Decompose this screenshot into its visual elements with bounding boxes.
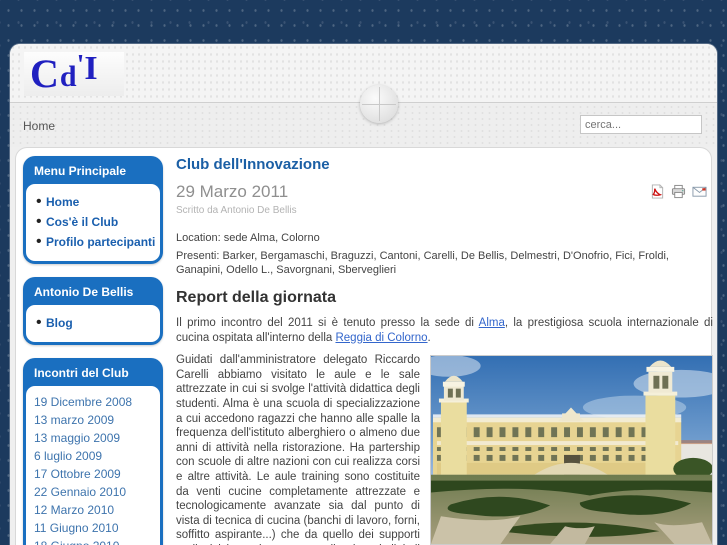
- list-item[interactable]: 11 Giugno 2010: [34, 519, 156, 537]
- incontro-link[interactable]: 13 marzo 2009: [34, 413, 114, 427]
- sidebar-box-menu-principale: Menu Principale Home Cos'è il Club Profi…: [23, 156, 163, 264]
- article-action-icons: [650, 184, 707, 199]
- sidebar-box-body: Blog: [26, 305, 160, 342]
- palace-illustration: [431, 356, 712, 545]
- paragraph-1: Il primo incontro del 2011 si è tenuto p…: [176, 316, 713, 345]
- incontro-link[interactable]: 12 Marzo 2010: [34, 503, 114, 517]
- menu-principale-list: Home Cos'è il Club Profilo partecipanti: [34, 193, 156, 251]
- list-item[interactable]: 13 marzo 2009: [34, 411, 156, 429]
- search-input[interactable]: [580, 115, 702, 134]
- list-item[interactable]: 12 Marzo 2010: [34, 501, 156, 519]
- incontro-link[interactable]: 19 Dicembre 2008: [34, 395, 132, 409]
- sidebar-title-incontri-del-club: Incontri del Club: [34, 366, 129, 380]
- article-location: Location: sede Alma, Colorno: [176, 232, 320, 244]
- sidebar-item-home[interactable]: Home: [34, 193, 156, 211]
- sidebar-link-profilo-partecipanti[interactable]: Profilo partecipanti: [46, 235, 155, 249]
- sidebar-box-antonio-de-bellis: Antonio De Bellis Blog: [23, 277, 163, 345]
- incontro-link[interactable]: 11 Giugno 2010: [34, 521, 119, 535]
- paragraph-1-text: .: [427, 331, 431, 344]
- list-item[interactable]: 18 Giugno 2010: [34, 537, 156, 545]
- list-item[interactable]: 6 luglio 2009: [34, 447, 156, 465]
- sidebar-link-blog[interactable]: Blog: [46, 316, 73, 330]
- article-byline: Scritto da Antonio De Bellis: [176, 205, 297, 216]
- incontro-link[interactable]: 17 Ottobre 2009: [34, 467, 121, 481]
- sidebar-link-home[interactable]: Home: [46, 195, 79, 209]
- page-background: Cd'I Home Menu Principale Home Cos'è il …: [0, 0, 727, 545]
- logo-apostrophe: ': [76, 50, 85, 81]
- sidebar-box-incontri-del-club: Incontri del Club 19 Dicembre 2008 13 ma…: [23, 358, 163, 545]
- list-item[interactable]: 17 Ottobre 2009: [34, 465, 156, 483]
- logo-letter-i: I: [84, 50, 98, 87]
- article-body: Il primo incontro del 2011 si è tenuto p…: [176, 316, 713, 545]
- print-icon[interactable]: [671, 184, 686, 199]
- logo-letter-d: d: [59, 60, 77, 93]
- article-date-title: 29 Marzo 2011: [176, 182, 289, 201]
- sidebar-item-blog[interactable]: Blog: [34, 314, 156, 332]
- reggia-di-colorno-photo: [430, 355, 713, 545]
- email-icon[interactable]: [692, 184, 707, 199]
- incontri-list: 19 Dicembre 2008 13 marzo 2009 13 maggio…: [34, 393, 156, 545]
- sidebar-item-profilo-partecipanti[interactable]: Profilo partecipanti: [34, 233, 156, 251]
- site-logo[interactable]: Cd ' I: [24, 52, 124, 96]
- incontro-link[interactable]: 22 Gennaio 2010: [34, 485, 126, 499]
- article-header: 29 Marzo 2011 Scritto da Antonio De Bell…: [176, 182, 713, 216]
- sidebar-item-cose-il-club[interactable]: Cos'è il Club: [34, 213, 156, 231]
- alma-link[interactable]: Alma: [479, 317, 505, 329]
- logo-letter-c: C: [30, 51, 59, 96]
- divider-circle-ornament: [360, 85, 398, 123]
- sidebar-title-antonio-de-bellis: Antonio De Bellis: [34, 285, 134, 299]
- report-heading: Report della giornata: [176, 289, 337, 306]
- article-presenti: Presenti: Barker, Bergamaschi, Braguzzi,…: [176, 250, 669, 276]
- list-item[interactable]: 22 Gennaio 2010: [34, 483, 156, 501]
- sidebar-box-body: Home Cos'è il Club Profilo partecipanti: [26, 184, 160, 261]
- page-container: Cd'I Home Menu Principale Home Cos'è il …: [10, 44, 717, 545]
- page-title[interactable]: Club dell'Innovazione: [176, 156, 713, 173]
- sidebar-link-cose-il-club[interactable]: Cos'è il Club: [46, 215, 118, 229]
- list-item[interactable]: 13 maggio 2009: [34, 429, 156, 447]
- article-main: Club dell'Innovazione 29 Marzo 2011 Scri…: [176, 152, 713, 545]
- article-meta: Location: sede Alma, Colorno Presenti: B…: [176, 231, 713, 277]
- incontro-link[interactable]: 18 Giugno 2010: [34, 539, 119, 545]
- sidebar: Menu Principale Home Cos'è il Club Profi…: [23, 156, 163, 545]
- pdf-icon[interactable]: [650, 184, 665, 199]
- antonio-list: Blog: [34, 314, 156, 332]
- incontro-link[interactable]: 6 luglio 2009: [34, 449, 102, 463]
- list-item[interactable]: 19 Dicembre 2008: [34, 393, 156, 411]
- breadcrumb-home-link[interactable]: Home: [23, 119, 55, 133]
- reggia-di-colorno-link[interactable]: Reggia di Colorno: [335, 332, 427, 344]
- sidebar-box-body: 19 Dicembre 2008 13 marzo 2009 13 maggio…: [26, 386, 160, 545]
- incontro-link[interactable]: 13 maggio 2009: [34, 431, 120, 445]
- sidebar-title-menu-principale: Menu Principale: [34, 164, 127, 178]
- paragraph-1-text: Il primo incontro del 2011 si è tenuto p…: [176, 317, 479, 329]
- content-wrapper: Menu Principale Home Cos'è il Club Profi…: [15, 147, 713, 545]
